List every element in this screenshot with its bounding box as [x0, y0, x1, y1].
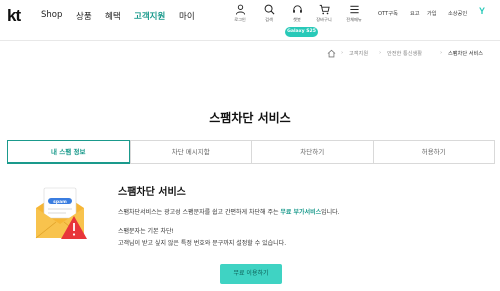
section-title: 스팸차단 서비스 — [118, 187, 186, 198]
crumb-separator-icon: › — [379, 50, 382, 56]
user-icon — [235, 4, 245, 15]
header-divider — [0, 40, 500, 41]
desc-prefix: 스팸차단서비스는 광고성 스팸문자를 쉽고 간편하게 차단해 주는 — [118, 209, 281, 216]
all-menu-button[interactable]: 전체메뉴 — [343, 4, 365, 23]
cart-icon — [319, 4, 330, 15]
tab-blocked-messages[interactable]: 차단 메시지함 — [129, 141, 251, 163]
search-label: 검색 — [265, 17, 273, 22]
search-icon — [264, 4, 274, 15]
menu-my[interactable]: 마이 — [179, 10, 195, 22]
global-nav: kt Shop 상품 혜택 고객지원 마이 로그인 검색 챗봇 장바구니 전체메… — [0, 0, 500, 38]
tab-my-spam-info[interactable]: 내 스팸 정보 — [7, 140, 130, 164]
chatbot-button[interactable]: 챗봇 — [286, 4, 308, 23]
tab-allow[interactable]: 허용하기 — [372, 141, 494, 163]
kt-logo[interactable]: kt — [7, 6, 21, 26]
cart-button[interactable]: 장바구니 — [313, 4, 335, 23]
tab-bar: 내 스팸 정보 차단 메시지함 차단하기 허용하기 — [7, 140, 495, 164]
spam-envelope-illustration: spam — [35, 187, 87, 239]
note-line-2: 고객님이 받고 싶지 않은 특정 번호와 문구까지 설정할 수 있습니다. — [118, 240, 287, 247]
menu-benefits[interactable]: 혜택 — [105, 10, 121, 22]
yogo-link[interactable]: 요고 — [410, 10, 420, 17]
login-label: 로그인 — [234, 17, 246, 22]
chatbot-label: 챗봇 — [293, 17, 301, 22]
login-button[interactable]: 로그인 — [229, 4, 251, 23]
headset-icon — [292, 5, 302, 13]
desc-highlight: 무료 부가서비스 — [280, 209, 322, 216]
menu-products[interactable]: 상품 — [76, 10, 92, 22]
cart-label: 장바구니 — [316, 17, 332, 22]
spam-label: spam — [53, 200, 67, 205]
page-title: 스팸차단 서비스 — [209, 111, 291, 125]
desc-suffix: 입니다. — [321, 209, 340, 216]
crumb-support[interactable]: 고객지원 — [349, 50, 368, 60]
crumb-safe-life[interactable]: 안전한 통신생활 — [387, 50, 422, 60]
ott-link[interactable]: OTT구독 — [378, 10, 398, 17]
smallbiz-link[interactable]: 소상공인 — [448, 10, 467, 17]
tab-block[interactable]: 차단하기 — [251, 141, 373, 163]
y-icon[interactable]: Y — [479, 6, 485, 16]
menu-support[interactable]: 고객지원 — [134, 10, 165, 22]
all-menu-label: 전체메뉴 — [346, 17, 362, 22]
crumb-separator-icon: › — [440, 50, 443, 56]
menu-icon — [349, 5, 359, 14]
note-line-1: 스팸문자는 기본 차단! — [118, 228, 174, 235]
crumb-separator-icon: › — [341, 50, 344, 56]
home-icon[interactable] — [327, 49, 336, 58]
menu-shop[interactable]: Shop — [41, 10, 62, 20]
join-link[interactable]: 가입 — [427, 10, 437, 17]
galaxy-badge[interactable]: Galaxy S25 — [285, 27, 318, 37]
crumb-current: 스팸차단 서비스 — [448, 51, 484, 57]
search-button[interactable]: 검색 — [258, 4, 280, 23]
free-use-button[interactable]: 무료 이용하기 — [220, 264, 282, 284]
service-description: 스팸차단서비스는 광고성 스팸문자를 쉽고 간편하게 차단해 주는 무료 부가서… — [118, 207, 340, 216]
